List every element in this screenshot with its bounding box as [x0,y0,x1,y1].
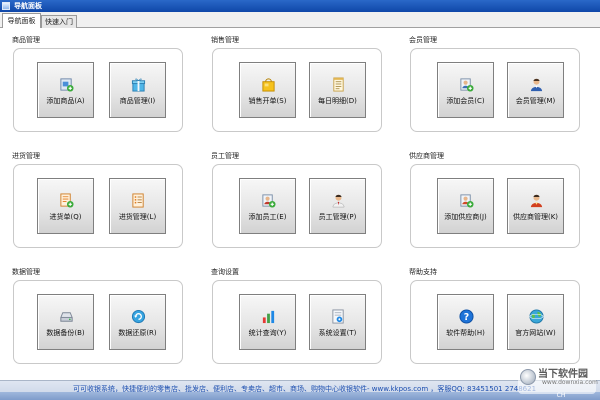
watermark: 当下软件园 www.downxia.com [518,364,598,394]
tab-quick-start[interactable]: 快速入门 [41,15,77,28]
supplier-icon [530,194,543,208]
statistics-query-button[interactable]: 统计查询(Y) [239,294,296,350]
button-label: 会员管理(M) [515,97,556,105]
group-title: 员工管理 [211,152,239,160]
product-management-button[interactable]: 商品管理(I) [109,62,166,118]
group-purchase-management: 进货管理 进货单(Q) 进货管理(L) [12,152,183,248]
group-title: 进货管理 [12,152,40,160]
bar-chart-icon [262,310,275,324]
add-product-button[interactable]: 添加商品(A) [37,62,94,118]
taskbar: CH [0,392,600,400]
add-member-button[interactable]: 添加会员(C) [437,62,494,118]
software-help-button[interactable]: ? 软件帮助(H) [437,294,494,350]
group-title: 商品管理 [12,36,40,44]
add-supplier-icon [460,194,474,208]
add-employee-icon [262,194,276,208]
button-label: 添加员工(E) [248,213,287,221]
group-title: 数据管理 [12,268,40,276]
add-employee-button[interactable]: 添加员工(E) [239,178,296,234]
button-label: 软件帮助(H) [446,329,485,337]
system-settings-button[interactable]: 系统设置(T) [309,294,366,350]
group-supplier-management: 供应商管理 添加供应商(J) 供应商管理(K) [409,152,580,248]
data-backup-button[interactable]: 数据备份(B) [37,294,94,350]
group-product-management: 商品管理 添加商品(A) 商品管理(I) [12,36,183,132]
svg-text:?: ? [464,312,469,323]
button-label: 数据还原(R) [118,329,157,337]
member-management-button[interactable]: 会员管理(M) [507,62,564,118]
product-gift-icon [131,78,146,92]
button-label: 统计查询(Y) [248,329,287,337]
button-label: 进货管理(L) [118,213,157,221]
add-member-icon [460,78,474,92]
group-data-management: 数据管理 数据备份(B) 数据还原(R) [12,268,183,364]
button-label: 官方网站(W) [515,329,556,337]
website-globe-icon [529,309,544,324]
backup-disk-icon [60,312,73,322]
window-title: 导航面板 [14,2,42,10]
group-sales-management: 销售管理 销售开单(S) 每日明细(D) [211,36,382,132]
app-icon [2,2,10,10]
button-label: 添加会员(C) [446,97,485,105]
member-icon [530,78,543,92]
group-title: 销售管理 [211,36,239,44]
help-icon: ? [459,309,474,324]
official-website-button[interactable]: 官方网站(W) [507,294,564,350]
purchase-order-button[interactable]: 进货单(Q) [37,178,94,234]
button-label: 每日明细(D) [318,97,357,105]
tab-navigation-panel[interactable]: 导航面板 [2,13,41,28]
button-label: 添加供应商(J) [444,213,487,221]
button-label: 销售开单(S) [248,97,287,105]
watermark-name: 当下软件园 [538,369,588,380]
daily-detail-icon [333,77,344,92]
button-label: 进货单(Q) [49,213,82,221]
button-label: 商品管理(I) [119,97,156,105]
add-supplier-button[interactable]: 添加供应商(J) [437,178,494,234]
employee-icon [332,194,345,208]
group-help-support: 帮助支持 ? 软件帮助(H) 官方网站(W) [409,268,580,364]
group-query-settings: 查询设置 统计查询(Y) 系统设置(T) [211,268,382,364]
watermark-url: www.downxia.com [542,379,598,386]
group-employee-management: 员工管理 添加员工(E) 员工管理(P) [211,152,382,248]
group-title: 供应商管理 [409,152,444,160]
purchase-list-icon [132,193,144,208]
button-label: 添加商品(A) [46,97,85,105]
data-restore-button[interactable]: 数据还原(R) [109,294,166,350]
shopping-bag-icon [262,78,275,92]
button-label: 员工管理(P) [318,213,357,221]
button-label: 供应商管理(K) [512,213,559,221]
watermark-logo-icon [520,369,536,385]
purchase-management-button[interactable]: 进货管理(L) [109,178,166,234]
group-title: 会员管理 [409,36,437,44]
group-member-management: 会员管理 添加会员(C) 会员管理(M) [409,36,580,132]
supplier-management-button[interactable]: 供应商管理(K) [507,178,564,234]
employee-management-button[interactable]: 员工管理(P) [309,178,366,234]
button-label: 系统设置(T) [318,329,357,337]
restore-icon [131,309,146,324]
group-title: 帮助支持 [409,268,437,276]
title-bar: 导航面板 [0,0,600,12]
group-title: 查询设置 [211,268,239,276]
sales-order-button[interactable]: 销售开单(S) [239,62,296,118]
purchase-order-icon [60,193,74,208]
tab-strip: 导航面板 快速入门 [0,12,600,28]
navigation-panel: 商品管理 添加商品(A) 商品管理(I) 销售管理 销售开单(S) 每日明细(D… [0,28,600,380]
button-label: 数据备份(B) [46,329,85,337]
daily-detail-button[interactable]: 每日明细(D) [309,62,366,118]
settings-doc-icon [332,309,344,324]
add-product-icon [60,78,74,92]
